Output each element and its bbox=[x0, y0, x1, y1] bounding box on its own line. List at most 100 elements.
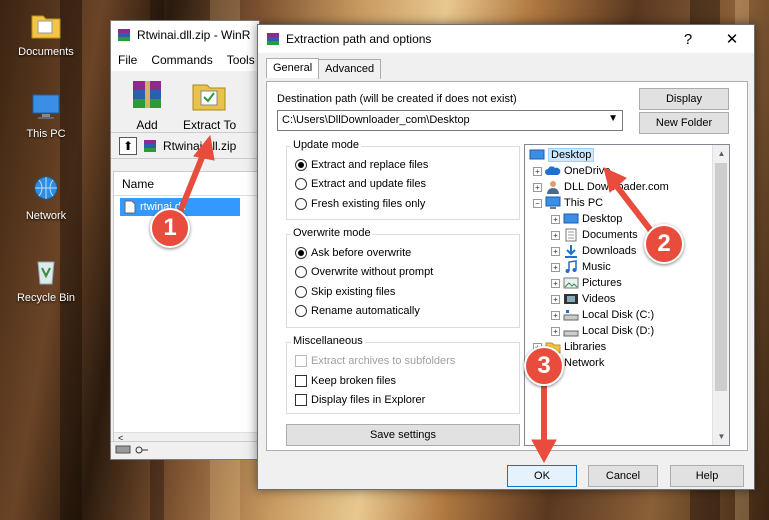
tree-label: OneDrive bbox=[564, 165, 611, 177]
desktop-icon-documents[interactable]: Documents bbox=[6, 10, 86, 58]
overwrite-mode-title: Overwrite mode bbox=[291, 227, 373, 239]
expand-icon[interactable]: + bbox=[551, 278, 560, 288]
close-button[interactable]: ✕ bbox=[710, 25, 754, 53]
checkbox-display-explorer[interactable]: Display files in Explorer bbox=[295, 394, 425, 406]
tree-item-downloads[interactable]: + Downloads bbox=[551, 243, 636, 259]
option-label: Keep broken files bbox=[311, 375, 396, 387]
drive-icon bbox=[563, 330, 579, 337]
radio-overwrite-without[interactable]: Overwrite without prompt bbox=[295, 266, 433, 278]
expand-icon[interactable]: + bbox=[533, 166, 542, 176]
desktop-icon-label: Network bbox=[25, 210, 67, 222]
extraction-dialog: Extraction path and options ? ✕ General … bbox=[257, 24, 755, 490]
tab-advanced[interactable]: Advanced bbox=[318, 59, 382, 79]
scroll-up-icon[interactable]: ▲ bbox=[713, 145, 729, 162]
save-settings-button[interactable]: Save settings bbox=[286, 424, 520, 446]
expand-icon[interactable]: + bbox=[533, 182, 542, 192]
extract-to-button[interactable]: Extract To bbox=[183, 77, 237, 132]
documents-icon bbox=[565, 228, 577, 242]
callout-step-1: 1 bbox=[150, 208, 190, 248]
expand-icon[interactable]: + bbox=[551, 246, 560, 256]
miscellaneous-group: Miscellaneous Extract archives to subfol… bbox=[286, 335, 520, 414]
desktop-icon-network[interactable]: Network bbox=[6, 174, 86, 222]
tree-item-documents[interactable]: + Documents bbox=[551, 227, 638, 243]
tree-item-user[interactable]: + DLL Downloader.com bbox=[533, 179, 669, 195]
music-icon bbox=[565, 260, 577, 273]
download-icon bbox=[565, 245, 577, 258]
radio-fresh-existing[interactable]: Fresh existing files only bbox=[295, 198, 425, 210]
extract-to-icon bbox=[192, 84, 226, 111]
destination-path-combo[interactable]: C:\Users\DllDownloader_com\Desktop ▼ bbox=[277, 110, 623, 131]
expand-icon[interactable]: + bbox=[551, 262, 560, 272]
radio-extract-replace[interactable]: Extract and replace files bbox=[295, 159, 428, 171]
extract-to-label: Extract To bbox=[183, 118, 237, 132]
file-list: Name rtwinai.dll < bbox=[113, 171, 259, 447]
scroll-down-icon[interactable]: ▼ bbox=[713, 428, 729, 445]
winrar-app-icon bbox=[118, 29, 130, 41]
tree-item-onedrive[interactable]: + OneDrive bbox=[533, 163, 610, 179]
tree-scrollbar[interactable]: ▲ ▼ bbox=[712, 145, 729, 445]
radio-icon bbox=[295, 305, 307, 317]
winrar-toolbar: Add Extract To bbox=[111, 71, 259, 133]
radio-icon bbox=[295, 286, 307, 298]
tree-label: Downloads bbox=[582, 245, 637, 257]
radio-icon bbox=[295, 178, 307, 190]
tree-item-music[interactable]: + Music bbox=[551, 259, 611, 275]
desktop-icon-recycle-bin[interactable]: Recycle Bin bbox=[6, 256, 86, 304]
expand-icon[interactable]: + bbox=[551, 214, 560, 224]
computer-icon bbox=[32, 94, 60, 119]
help-title-button[interactable]: ? bbox=[666, 25, 710, 53]
radio-ask-before[interactable]: Ask before overwrite bbox=[295, 247, 411, 259]
folder-tree: Desktop + OneDrive + DLL Downloader.com … bbox=[524, 144, 730, 446]
radio-rename-auto[interactable]: Rename automatically bbox=[295, 305, 420, 317]
option-label: Extract archives to subfolders bbox=[311, 355, 456, 367]
onedrive-icon bbox=[545, 166, 561, 175]
radio-extract-update[interactable]: Extract and update files bbox=[295, 178, 426, 190]
archive-path: Rtwinai.dll.zip bbox=[163, 138, 237, 153]
winrar-menubar: File Commands Tools bbox=[111, 49, 259, 71]
videos-icon bbox=[564, 294, 578, 304]
winrar-titlebar[interactable]: Rtwinai.dll.zip - WinR bbox=[111, 21, 259, 49]
dialog-title: Extraction path and options bbox=[286, 32, 432, 46]
tree-item-videos[interactable]: + Videos bbox=[551, 291, 615, 307]
tree-item-pc-desktop[interactable]: + Desktop bbox=[551, 211, 622, 227]
expand-icon[interactable]: + bbox=[551, 326, 560, 336]
expand-icon[interactable]: + bbox=[551, 310, 560, 320]
radio-icon bbox=[295, 266, 307, 278]
dialog-titlebar[interactable]: Extraction path and options ? ✕ bbox=[258, 25, 754, 53]
collapse-icon[interactable]: − bbox=[533, 198, 542, 208]
menu-tools[interactable]: Tools bbox=[227, 53, 255, 67]
desktop-icon-label: Recycle Bin bbox=[16, 292, 76, 304]
menu-commands[interactable]: Commands bbox=[151, 53, 212, 67]
radio-skip-existing[interactable]: Skip existing files bbox=[295, 286, 395, 298]
display-button[interactable]: Display bbox=[639, 88, 729, 110]
close-icon: ✕ bbox=[725, 31, 739, 48]
update-mode-title: Update mode bbox=[291, 139, 362, 151]
cancel-button[interactable]: Cancel bbox=[588, 465, 658, 487]
arrow-up-icon: ⬆ bbox=[122, 138, 134, 153]
tree-item-local-disk-c[interactable]: + Local Disk (C:) bbox=[551, 307, 654, 323]
desktop-icon-this-pc[interactable]: This PC bbox=[6, 92, 86, 140]
computer-icon bbox=[545, 196, 561, 209]
expand-icon[interactable]: + bbox=[551, 294, 560, 304]
chevron-down-icon[interactable]: ▼ bbox=[608, 113, 618, 124]
scroll-thumb[interactable] bbox=[715, 163, 727, 391]
help-button[interactable]: Help bbox=[670, 465, 744, 487]
network-icon bbox=[34, 176, 58, 200]
add-button[interactable]: Add bbox=[121, 77, 173, 132]
drive-key-icon bbox=[115, 445, 148, 454]
tree-item-desktop[interactable]: Desktop bbox=[529, 147, 595, 163]
checkbox-keep-broken[interactable]: Keep broken files bbox=[295, 375, 396, 387]
new-folder-button[interactable]: New Folder bbox=[639, 112, 729, 134]
tab-general[interactable]: General bbox=[266, 58, 320, 78]
menu-file[interactable]: File bbox=[118, 53, 137, 67]
tree-item-local-disk-d[interactable]: + Local Disk (D:) bbox=[551, 323, 654, 339]
winrar-pathbar: ⬆ Rtwinai.dll.zip bbox=[111, 133, 259, 159]
tree-item-this-pc[interactable]: − This PC bbox=[533, 195, 603, 211]
tree-item-pictures[interactable]: + Pictures bbox=[551, 275, 622, 291]
ok-button[interactable]: OK bbox=[507, 465, 577, 487]
column-header-name[interactable]: Name bbox=[114, 172, 258, 196]
option-label: Extract and replace files bbox=[311, 159, 429, 171]
expand-icon[interactable]: + bbox=[551, 230, 560, 240]
up-folder-button[interactable]: ⬆ bbox=[119, 136, 137, 155]
tree-label: Videos bbox=[582, 293, 616, 305]
